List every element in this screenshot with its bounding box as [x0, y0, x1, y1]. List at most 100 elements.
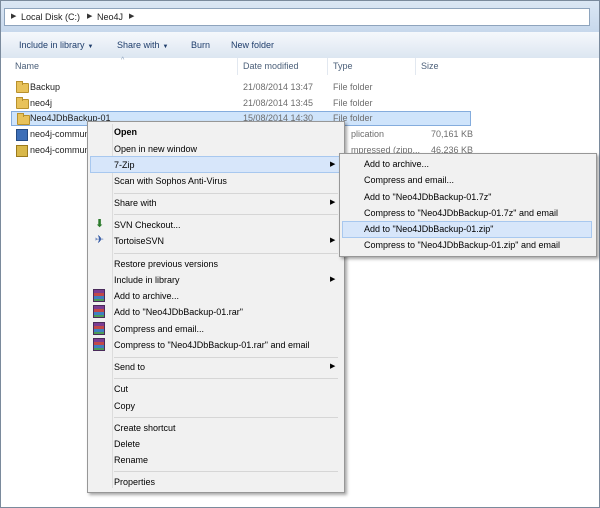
submenu-item-compress-7z-email[interactable]: Compress to "Neo4JDbBackup-01.7z" and em…	[342, 205, 592, 222]
new-folder-button[interactable]: New folder	[231, 40, 274, 50]
menu-label: 7-Zip	[114, 160, 135, 170]
submenu-arrow-icon: ▶	[330, 363, 336, 370]
winrar-icon	[93, 322, 105, 335]
file-name: neo4j	[30, 98, 53, 108]
menu-label: Rename	[114, 455, 149, 465]
chevron-right-icon[interactable]: ▶	[11, 12, 16, 20]
menu-label: Compress to "Neo4JDbBackup-01.rar" and e…	[114, 340, 310, 350]
file-row[interactable]: neo4j 21/08/2014 13:45 File folder	[11, 96, 471, 111]
file-date: 21/08/2014 13:45	[243, 98, 314, 108]
menu-label: Open	[114, 127, 138, 137]
menu-label: Compress and email...	[114, 324, 205, 334]
app-icon	[16, 129, 28, 141]
menu-label: Restore previous versions	[114, 259, 219, 269]
svn-checkout-icon: ⬇	[94, 218, 105, 230]
column-name[interactable]: Name	[15, 61, 39, 71]
command-toolbar: Include in library ▼ Share with ▼ Burn New…	[1, 32, 599, 59]
menu-item-restore-previous[interactable]: Restore previous versions	[90, 256, 340, 273]
submenu-arrow-icon: ▶	[330, 276, 336, 283]
chevron-right-icon[interactable]: ▶	[87, 12, 92, 20]
menu-label: Scan with Sophos Anti-Virus	[114, 176, 227, 186]
file-row[interactable]: Backup 21/08/2014 13:47 File folder	[11, 80, 471, 95]
menu-label: Add to "Neo4JDbBackup-01.7z"	[364, 192, 492, 202]
column-size[interactable]: Size	[421, 61, 439, 71]
breadcrumb-neo4j[interactable]: Neo4J	[97, 12, 123, 22]
column-divider[interactable]	[327, 58, 328, 75]
column-header: ^ Name Date modified Type Size	[1, 57, 599, 75]
menu-label: TortoiseSVN	[114, 236, 165, 246]
menu-label: Compress and email...	[364, 175, 455, 185]
menu-separator	[114, 253, 338, 254]
submenu-item-add-archive[interactable]: Add to archive...	[342, 156, 592, 173]
menu-separator	[114, 417, 338, 418]
menu-separator	[114, 471, 338, 472]
file-name: neo4j-commun	[30, 129, 90, 139]
menu-item-svn-checkout[interactable]: ⬇ SVN Checkout...	[90, 217, 340, 234]
include-in-library-button[interactable]: Include in library ▼	[19, 40, 93, 50]
menu-label: Send to	[114, 362, 146, 372]
submenu-arrow-icon: ▶	[330, 199, 336, 206]
menu-label: Compress to "Neo4JDbBackup-01.zip" and e…	[364, 240, 560, 250]
menu-item-create-shortcut[interactable]: Create shortcut	[90, 420, 340, 437]
submenu-arrow-icon: ▶	[330, 161, 336, 168]
column-date-modified[interactable]: Date modified	[243, 61, 299, 71]
menu-label: Properties	[114, 477, 156, 487]
menu-label: Include in library	[114, 275, 180, 285]
menu-item-copy[interactable]: Copy	[90, 398, 340, 415]
context-menu: Open Open in new window 7-Zip ▶ Scan with…	[87, 121, 345, 493]
menu-label: Delete	[114, 439, 141, 449]
winrar-icon	[93, 338, 105, 351]
file-size: 70,161 KB	[431, 129, 474, 139]
menu-item-scan-sophos[interactable]: Scan with Sophos Anti-Virus	[90, 173, 340, 190]
menu-item-send-to[interactable]: Send to ▶	[90, 359, 340, 376]
tortoise-icon: ✈	[94, 234, 105, 246]
column-divider[interactable]	[237, 58, 238, 75]
column-divider[interactable]	[415, 58, 416, 75]
column-type[interactable]: Type	[333, 61, 353, 71]
share-with-button[interactable]: Share with ▼	[117, 40, 168, 50]
winrar-icon	[93, 305, 105, 318]
chevron-right-icon[interactable]: ▶	[129, 12, 134, 20]
folder-icon	[16, 97, 29, 109]
submenu-item-compress-email[interactable]: Compress and email...	[342, 172, 592, 189]
menu-item-tortoisesvn[interactable]: ✈ TortoiseSVN ▶	[90, 233, 340, 250]
menu-item-rename[interactable]: Rename	[90, 452, 340, 469]
menu-label: Add to archive...	[364, 159, 430, 169]
address-bar-area: ▶ Local Disk (C:) ▶ Neo4J ▶	[1, 1, 599, 32]
menu-item-7zip[interactable]: 7-Zip ▶	[90, 156, 340, 173]
menu-item-open[interactable]: Open	[90, 124, 340, 141]
menu-item-include-library[interactable]: Include in library ▶	[90, 272, 340, 289]
menu-separator	[114, 357, 338, 358]
menu-item-add-archive[interactable]: Add to archive...	[90, 288, 340, 305]
7zip-submenu: Add to archive... Compress and email... …	[339, 153, 597, 257]
menu-item-delete[interactable]: Delete	[90, 436, 340, 453]
menu-item-cut[interactable]: Cut	[90, 381, 340, 398]
file-type: File folder	[333, 82, 373, 92]
menu-item-compress-rar-email[interactable]: Compress to "Neo4JDbBackup-01.rar" and e…	[90, 337, 340, 354]
menu-item-add-rar[interactable]: Add to "Neo4JDbBackup-01.rar"	[90, 304, 340, 321]
submenu-item-add-zip[interactable]: Add to "Neo4JDbBackup-01.zip"	[342, 221, 592, 238]
submenu-arrow-icon: ▶	[330, 237, 336, 244]
burn-button[interactable]: Burn	[191, 40, 210, 50]
include-in-library-label: Include in library	[19, 40, 85, 50]
sort-caret-icon: ^	[121, 57, 125, 64]
dropdown-arrow-icon: ▼	[87, 44, 94, 50]
menu-item-share-with[interactable]: Share with ▶	[90, 195, 340, 212]
menu-label: SVN Checkout...	[114, 220, 181, 230]
folder-icon	[17, 113, 30, 125]
menu-label: Add to "Neo4JDbBackup-01.rar"	[114, 307, 243, 317]
submenu-item-compress-zip-email[interactable]: Compress to "Neo4JDbBackup-01.zip" and e…	[342, 237, 592, 254]
breadcrumb-local-disk[interactable]: Local Disk (C:)	[21, 12, 80, 22]
menu-item-compress-email[interactable]: Compress and email...	[90, 321, 340, 338]
file-type: File folder	[333, 98, 373, 108]
submenu-item-add-7z[interactable]: Add to "Neo4JDbBackup-01.7z"	[342, 189, 592, 206]
menu-item-properties[interactable]: Properties	[90, 474, 340, 491]
menu-separator	[114, 378, 338, 379]
menu-label: Share with	[114, 198, 157, 208]
menu-separator	[114, 193, 338, 194]
address-bar[interactable]: ▶ Local Disk (C:) ▶ Neo4J ▶	[4, 8, 590, 26]
menu-label: Compress to "Neo4JDbBackup-01.7z" and em…	[364, 208, 558, 218]
file-name: Backup	[30, 82, 61, 92]
zip-icon	[16, 145, 28, 157]
menu-label: Add to archive...	[114, 291, 180, 301]
